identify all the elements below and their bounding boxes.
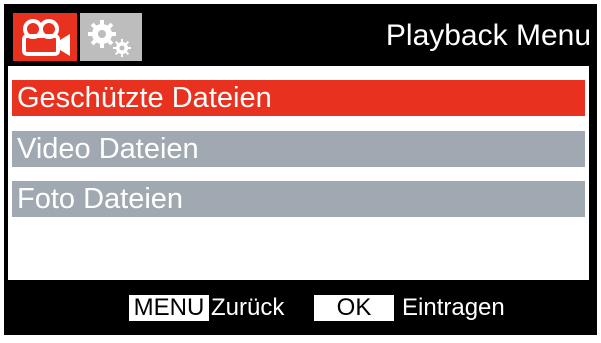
menu-key-button[interactable]: MENU [129, 295, 209, 321]
dashcam-screen: Playback Menu Geschützte Dateien Video D… [4, 4, 597, 335]
page-title: Playback Menu [385, 19, 591, 52]
menu-item-photo-files[interactable]: Foto Dateien [12, 181, 585, 217]
enter-label: Eintragen [402, 294, 505, 321]
menu-item-protected-files[interactable]: Geschützte Dateien [12, 80, 585, 116]
header-bar: Playback Menu [4, 4, 597, 66]
back-label: Zurück [211, 294, 285, 321]
tab-settings[interactable] [80, 13, 142, 61]
footer-bar: MENU Zurück OK Eintragen [4, 280, 597, 335]
ok-key-button[interactable]: OK [314, 295, 394, 321]
playback-menu-list: Geschützte Dateien Video Dateien Foto Da… [8, 66, 589, 280]
video-camera-icon [22, 19, 70, 56]
tab-video[interactable] [13, 13, 77, 61]
gears-icon [88, 20, 131, 57]
menu-item-video-files[interactable]: Video Dateien [12, 131, 585, 167]
